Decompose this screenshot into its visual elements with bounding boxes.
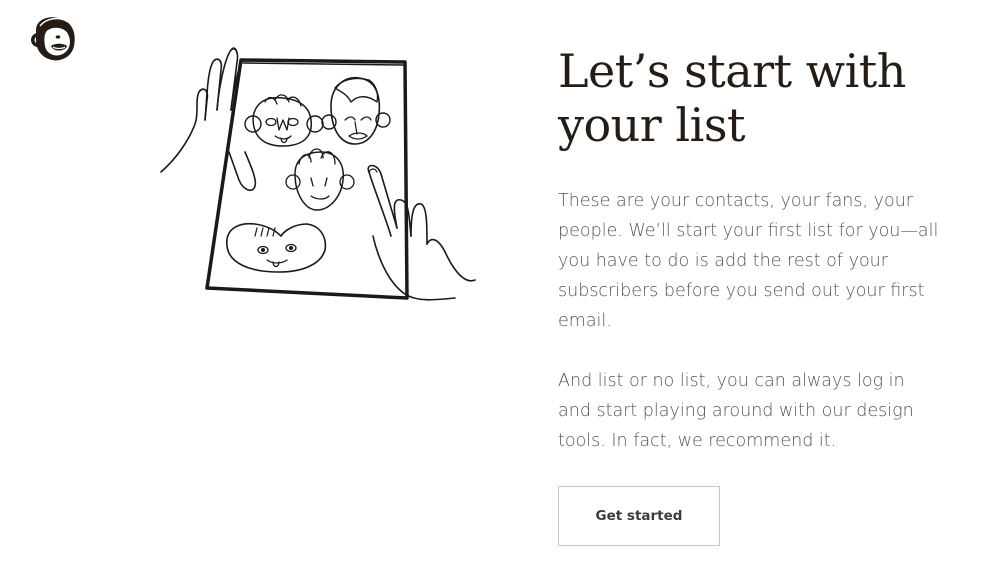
onboarding-content: Let’s start with your list These are you… <box>558 44 958 546</box>
contact-list-illustration <box>160 47 476 301</box>
onboarding-page: Let’s start with your list These are you… <box>0 0 992 576</box>
secondary-paragraph: And list or no list, you can always log … <box>558 371 914 451</box>
freddie-icon <box>31 17 75 61</box>
intro-paragraph: These are your contacts, your fans, your… <box>558 191 939 331</box>
get-started-button[interactable]: Get started <box>558 486 720 546</box>
mailchimp-logo-icon[interactable] <box>24 10 80 66</box>
page-title: Let’s start with your list <box>558 44 906 152</box>
